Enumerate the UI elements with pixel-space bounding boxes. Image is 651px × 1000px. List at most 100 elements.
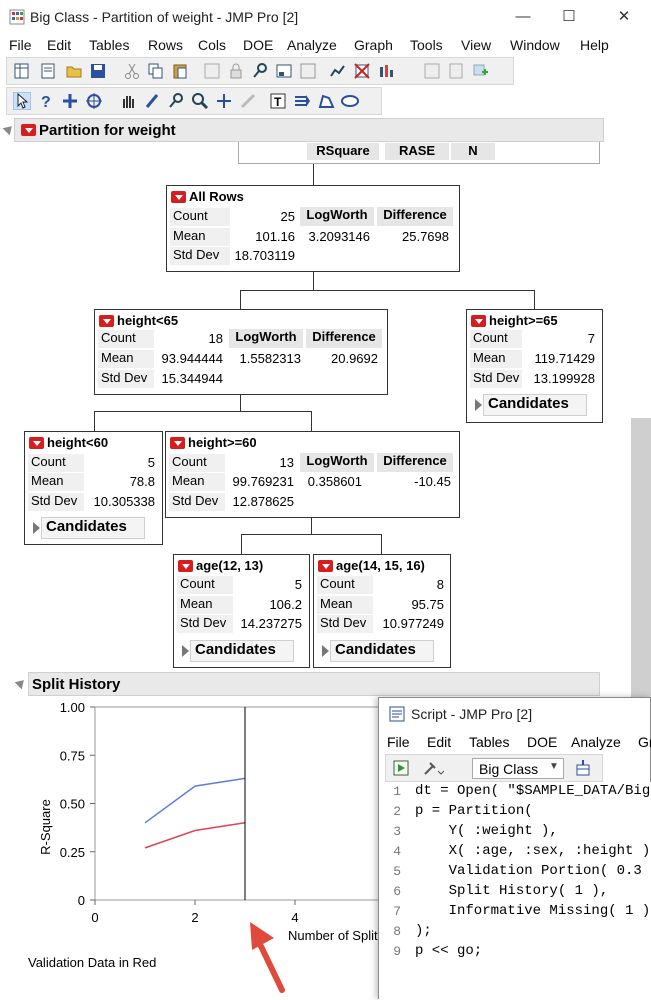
no-chart-icon[interactable] bbox=[353, 62, 371, 80]
script-menu-analyze[interactable]: Analyze bbox=[571, 734, 621, 750]
node-menu-icon[interactable] bbox=[99, 315, 114, 327]
lock-icon[interactable] bbox=[227, 62, 245, 80]
count-label: Count bbox=[98, 330, 154, 348]
count-label: Count bbox=[470, 330, 522, 348]
script-menu-tables[interactable]: Tables bbox=[469, 734, 509, 750]
oval-tool-icon[interactable] bbox=[341, 92, 359, 110]
text-tool-icon[interactable]: T bbox=[269, 92, 287, 110]
std-dev-value: 13.199928 bbox=[533, 371, 595, 386]
data-filter-icon[interactable] bbox=[203, 62, 221, 80]
minimize-button[interactable]: — bbox=[500, 4, 546, 30]
tree-connector bbox=[94, 411, 95, 432]
menu-graph[interactable]: Graph bbox=[354, 37, 393, 53]
script-menu-edit[interactable]: Edit bbox=[427, 734, 451, 750]
candidates-disclosure-icon[interactable] bbox=[475, 399, 482, 411]
paste-icon[interactable] bbox=[171, 62, 189, 80]
polygon-tool-icon[interactable] bbox=[317, 92, 335, 110]
script-menu-graph[interactable]: Gr bbox=[638, 734, 651, 750]
new-script-icon[interactable] bbox=[39, 62, 57, 80]
brush-tool-icon[interactable] bbox=[143, 92, 161, 110]
red-triangle-menu-icon[interactable] bbox=[21, 124, 36, 136]
search-icon[interactable] bbox=[251, 62, 269, 80]
tree-connector bbox=[241, 534, 242, 554]
line-number: 7 bbox=[393, 904, 401, 919]
close-button[interactable]: ✕ bbox=[601, 4, 647, 30]
node-menu-icon[interactable] bbox=[471, 315, 486, 327]
candidates-disclosure-icon[interactable] bbox=[182, 645, 189, 657]
menu-tools[interactable]: Tools bbox=[410, 37, 443, 53]
script-toolbar: Big Class ▼ bbox=[385, 754, 603, 782]
new-data-table-icon[interactable] bbox=[13, 62, 31, 80]
x-tick-label: 2 bbox=[191, 910, 198, 925]
line-tool-icon[interactable] bbox=[239, 92, 257, 110]
line-gutter: 1 2 3 4 5 6 7 8 9 bbox=[379, 782, 407, 1000]
menu-view[interactable]: View bbox=[461, 37, 491, 53]
candidates-outline[interactable]: Candidates bbox=[190, 640, 294, 662]
tree-connector bbox=[94, 411, 312, 412]
candidates-disclosure-icon[interactable] bbox=[33, 522, 40, 534]
copy-icon[interactable] bbox=[147, 62, 165, 80]
menu-cols[interactable]: Cols bbox=[198, 37, 226, 53]
code-line: p = Partition( bbox=[415, 803, 533, 819]
menu-tables[interactable]: Tables bbox=[89, 37, 129, 53]
script-editor[interactable]: 1 2 3 4 5 6 7 8 9 dt = Open( "$SAMPLE_DA… bbox=[379, 782, 651, 1000]
menu-analyze[interactable]: Analyze bbox=[287, 37, 337, 53]
layout-icon[interactable] bbox=[299, 62, 317, 80]
annotate-tool-icon[interactable] bbox=[293, 92, 311, 110]
code-line: Validation Portion( 0.3 bbox=[415, 863, 642, 879]
report-icon[interactable] bbox=[447, 62, 465, 80]
crosshair-tool-icon[interactable] bbox=[85, 92, 103, 110]
node-title: height>=65 bbox=[489, 313, 558, 328]
mean-label: Mean bbox=[28, 473, 84, 491]
node-menu-icon[interactable] bbox=[178, 560, 193, 572]
script-menu-doe[interactable]: DOE bbox=[527, 734, 557, 750]
open-folder-icon[interactable] bbox=[65, 62, 83, 80]
candidates-disclosure-icon[interactable] bbox=[322, 645, 329, 657]
menu-help[interactable]: Help bbox=[580, 37, 609, 53]
help-tool-icon[interactable]: ? bbox=[37, 92, 55, 110]
node-menu-icon[interactable] bbox=[29, 437, 44, 449]
magnifier-tool-icon[interactable] bbox=[191, 92, 209, 110]
arrow-tool-icon[interactable] bbox=[13, 92, 31, 110]
tree-node-height-ge-65: height>=65 Count Mean Std Dev 7 119.7142… bbox=[466, 309, 603, 423]
candidates-outline[interactable]: Candidates bbox=[41, 517, 145, 539]
lasso-tool-icon[interactable] bbox=[167, 92, 185, 110]
node-menu-icon[interactable] bbox=[171, 191, 186, 203]
graph-builder-icon[interactable] bbox=[377, 62, 395, 80]
hand-tool-icon[interactable] bbox=[119, 92, 137, 110]
debug-script-icon[interactable] bbox=[422, 759, 444, 777]
mean-value: 106.2 bbox=[269, 597, 302, 612]
table-link-icon[interactable] bbox=[574, 759, 592, 777]
menu-edit[interactable]: Edit bbox=[47, 37, 71, 53]
candidates-outline[interactable]: Candidates bbox=[483, 394, 587, 416]
vertical-scrollbar-thumb[interactable] bbox=[631, 418, 651, 699]
menu-rows[interactable]: Rows bbox=[148, 37, 183, 53]
data-table-select[interactable]: Big Class ▼ bbox=[472, 758, 564, 779]
title-bar: Big Class - Partition of weight - JMP Pr… bbox=[0, 0, 651, 34]
node-menu-icon[interactable] bbox=[318, 560, 333, 572]
menu-file[interactable]: File bbox=[9, 37, 32, 53]
chevron-down-icon: ▼ bbox=[549, 761, 559, 772]
journal-icon[interactable] bbox=[275, 62, 293, 80]
mean-label: Mean bbox=[98, 350, 154, 368]
main-toolbar bbox=[6, 57, 514, 85]
save-icon[interactable] bbox=[89, 62, 107, 80]
menu-window[interactable]: Window bbox=[510, 37, 560, 53]
workflow-icon[interactable] bbox=[423, 62, 441, 80]
candidates-outline[interactable]: Candidates bbox=[330, 640, 434, 662]
add-in-icon[interactable] bbox=[471, 62, 489, 80]
maximize-button[interactable]: ☐ bbox=[546, 4, 592, 30]
chart-icon[interactable] bbox=[329, 62, 347, 80]
difference-header: Difference bbox=[377, 453, 453, 472]
tree-connector bbox=[240, 290, 534, 291]
node-menu-icon[interactable] bbox=[170, 437, 185, 449]
split-history-disclosure-icon[interactable] bbox=[14, 676, 28, 690]
script-menu-file[interactable]: File bbox=[387, 734, 410, 750]
menu-doe[interactable]: DOE bbox=[243, 37, 273, 53]
crosshair-plus-icon[interactable] bbox=[215, 92, 233, 110]
run-script-icon[interactable] bbox=[392, 759, 410, 777]
difference-header: Difference bbox=[377, 207, 453, 226]
cut-icon[interactable] bbox=[123, 62, 141, 80]
selection-tool-icon[interactable] bbox=[61, 92, 79, 110]
code-line: ); bbox=[415, 923, 432, 939]
